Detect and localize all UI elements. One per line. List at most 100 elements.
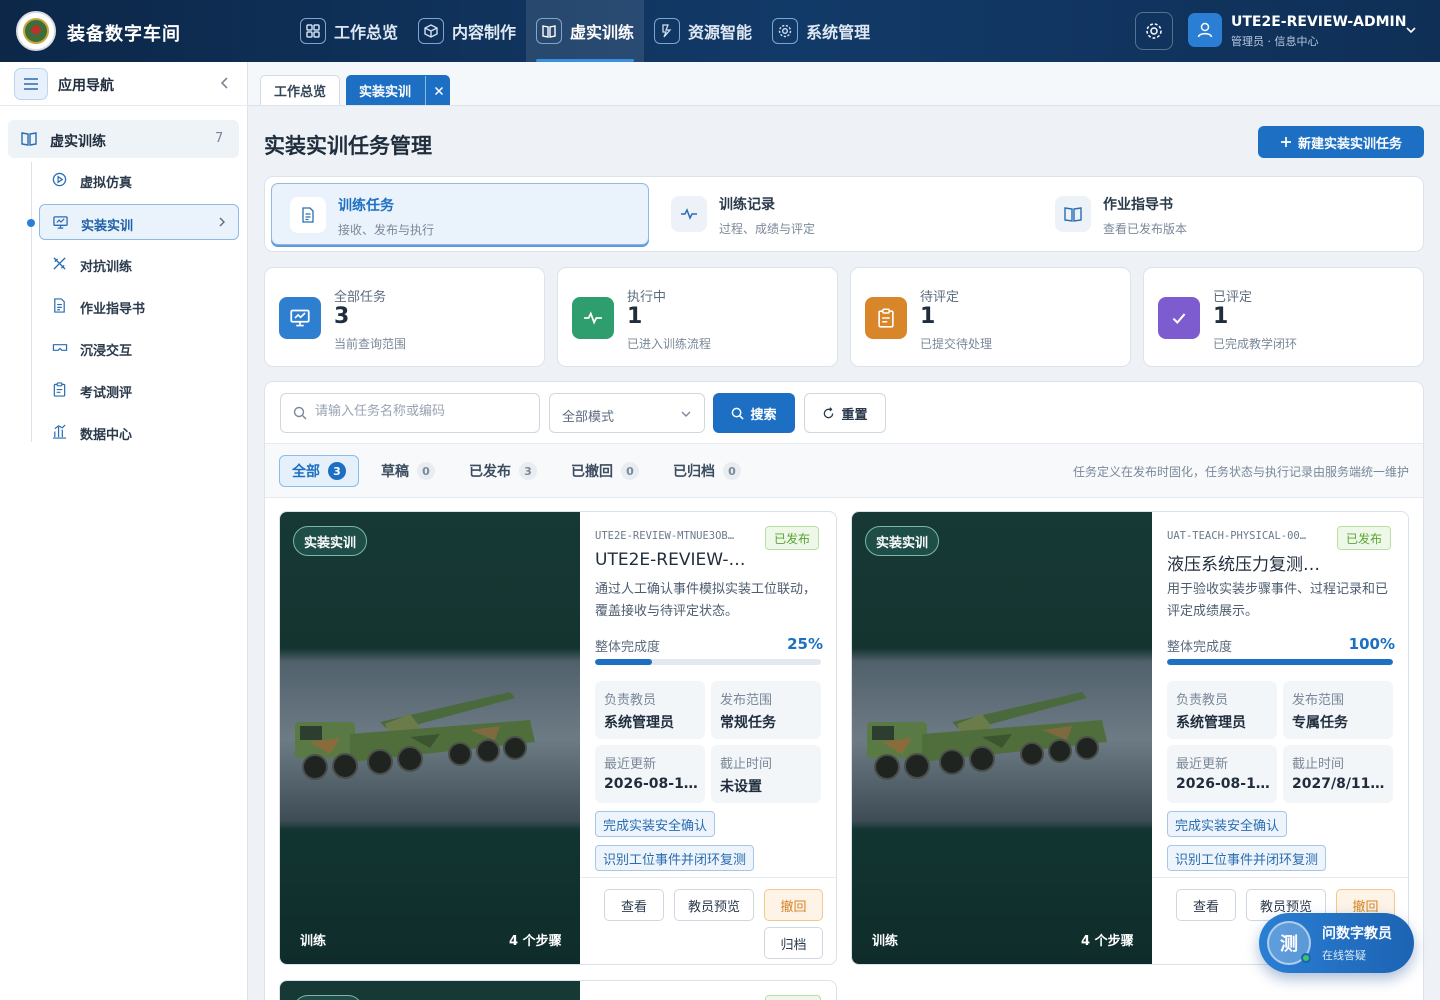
pulse-icon bbox=[671, 196, 707, 232]
top-nav-resources[interactable]: 资源智能 bbox=[644, 0, 762, 62]
sidebar-item-exam[interactable]: 考试测评 bbox=[39, 372, 239, 408]
stat-value: 1 bbox=[627, 304, 643, 329]
stat-value: 1 bbox=[920, 304, 936, 329]
stat-sub: 当前查询范围 bbox=[334, 337, 407, 351]
settings-button[interactable] bbox=[1135, 12, 1173, 50]
field-scope: 发布范围 专属任务 bbox=[1283, 681, 1393, 739]
reset-button[interactable]: 重置 bbox=[804, 393, 886, 433]
card-description: 用于验收实装步骤事件、过程记录和已评定成绩展示。 bbox=[1167, 582, 1389, 619]
archive-button[interactable]: 归档 bbox=[764, 927, 823, 959]
sidebar-item-label: 考试测评 bbox=[80, 386, 133, 401]
task-card[interactable]: 实装实训 训练 4 个步骤 UTE2E-REVIEW-MTNUE3OB… 已发布… bbox=[279, 511, 837, 965]
chevron-left-icon[interactable] bbox=[220, 76, 230, 90]
card-body: UAT-TEACH-PHYSICAL-00… 已发布 液压系统压力复测… 用于验… bbox=[1152, 512, 1408, 964]
top-nav-system[interactable]: 系统管理 bbox=[762, 0, 880, 62]
card-step-count: 4 个步骤 bbox=[1081, 934, 1134, 949]
top-nav-training[interactable]: 虚实训练 bbox=[526, 0, 645, 62]
withdraw-button[interactable]: 撤回 bbox=[764, 889, 823, 921]
field-value: 系统管理员 bbox=[604, 715, 674, 731]
objective-chip: 识别工位事件并闭环复测 bbox=[1167, 845, 1327, 871]
task-cover-image: 实装实训 训练 4 个步骤 bbox=[280, 512, 580, 964]
military-vehicle-image bbox=[867, 692, 1107, 780]
mode-tasks[interactable]: 训练任务 接收、发布与执行 bbox=[271, 183, 649, 245]
page-tabs-bar: 工作总览 实装实训 bbox=[248, 62, 1440, 106]
new-task-button[interactable]: 新建实装实训任务 bbox=[1258, 126, 1424, 158]
mode-subtitle: 过程、成绩与评定 bbox=[719, 222, 816, 236]
tab-close-button[interactable] bbox=[425, 76, 451, 106]
top-nav-label: 虚实训练 bbox=[570, 23, 635, 42]
sidebar-item-physical-training[interactable]: 实装实训 bbox=[39, 204, 239, 240]
sidebar-title: 应用导航 bbox=[58, 78, 114, 94]
sidebar-item-virtual-sim[interactable]: 虚拟仿真 bbox=[39, 162, 239, 198]
filter-tab-withdrawn[interactable]: 已撤回 0 bbox=[559, 455, 651, 487]
filter-tab-published[interactable]: 已发布 3 bbox=[457, 455, 549, 487]
digital-instructor-button[interactable]: 测 问数字教员 在线答疑 bbox=[1259, 913, 1414, 973]
filter-label: 已归档 bbox=[673, 464, 715, 480]
top-nav-overview[interactable]: 工作总览 bbox=[290, 0, 408, 62]
pulse-icon bbox=[572, 297, 614, 339]
sidebar-group-count: 7 bbox=[215, 131, 224, 146]
sidebar-item-guidebook[interactable]: 作业指导书 bbox=[39, 288, 239, 324]
mode-records[interactable]: 训练记录 过程、成绩与评定 bbox=[653, 183, 1033, 245]
tab-overview[interactable]: 工作总览 bbox=[260, 75, 340, 105]
filter-tab-archived[interactable]: 已归档 0 bbox=[661, 455, 753, 487]
top-nav-label: 资源智能 bbox=[688, 23, 753, 42]
filter-tab-all[interactable]: 全部 3 bbox=[279, 455, 359, 487]
filter-label: 已撤回 bbox=[571, 464, 613, 480]
task-card[interactable]: 实装实训 训练 4 个步骤 UAT-TEACH-PHYSICAL-00… 已发布… bbox=[851, 511, 1409, 965]
avatar[interactable] bbox=[1188, 13, 1222, 47]
card-actions: 查看 教员预览 撤回 归档 bbox=[580, 877, 836, 964]
view-button[interactable]: 查看 bbox=[604, 889, 664, 921]
sidebar-item-data-center[interactable]: 数据中心 bbox=[39, 414, 239, 450]
filter-count: 3 bbox=[328, 462, 346, 480]
card-body: UTE2E-REVIEW-MTNUE3OB… 已发布 UTE2E-REVIEW-… bbox=[580, 512, 836, 964]
app-title: 装备数字车间 bbox=[67, 24, 181, 45]
top-nav-content[interactable]: 内容制作 bbox=[408, 0, 526, 62]
close-icon bbox=[434, 86, 443, 96]
sidebar-group-training[interactable]: 虚实训练 7 bbox=[8, 120, 239, 158]
filter-tab-draft[interactable]: 草稿 0 bbox=[369, 455, 447, 487]
field-key: 发布范围 bbox=[1292, 693, 1345, 708]
search-field[interactable] bbox=[280, 393, 540, 433]
online-status-dot bbox=[1301, 953, 1311, 963]
field-key: 截止时间 bbox=[1292, 757, 1345, 772]
search-input[interactable] bbox=[315, 404, 525, 419]
chevron-right-icon bbox=[219, 217, 225, 227]
view-button[interactable]: 查看 bbox=[1176, 889, 1236, 921]
field-scope: 发布范围 常规任务 bbox=[711, 681, 821, 739]
sidebar-item-immersive[interactable]: 沉浸交互 bbox=[39, 330, 239, 366]
status-filter-row: 全部 3 草稿 0 已发布 3 已撤回 0 已归档 0 任务定义在发布时固化，任务状态与执… bbox=[265, 443, 1423, 498]
sidebar-item-adversarial[interactable]: 对抗训练 bbox=[39, 246, 239, 282]
card-code: UAT-TEACH-PHYSICAL-00… bbox=[1167, 530, 1307, 542]
progress-fill bbox=[595, 659, 652, 665]
reset-button-label: 重置 bbox=[841, 407, 868, 423]
stat-card-running: 执行中 1 已进入训练流程 bbox=[557, 267, 838, 367]
stat-label: 执行中 bbox=[627, 290, 667, 305]
field-instructor: 负责教员 系统管理员 bbox=[1167, 681, 1277, 739]
assistant-title: 问数字教员 bbox=[1322, 926, 1392, 942]
document-icon bbox=[290, 197, 326, 233]
user-name[interactable]: UTE2E-REVIEW-ADMIN bbox=[1231, 14, 1407, 30]
mode-select[interactable]: 全部模式 bbox=[549, 393, 705, 433]
check-icon bbox=[1158, 297, 1200, 339]
mode-guidebook[interactable]: 作业指导书 查看已发布版本 bbox=[1037, 183, 1417, 245]
card-title[interactable]: UTE2E-REVIEW-… bbox=[595, 550, 821, 570]
mode-title: 作业指导书 bbox=[1103, 197, 1173, 213]
tab-physical-training[interactable]: 实装实训 bbox=[346, 75, 451, 106]
task-card[interactable] bbox=[279, 980, 837, 1000]
sidebar: 应用导航 虚实训练 7 虚拟仿真 实装实训 对抗训练 作业指导书 沉浸交互 考试… bbox=[0, 62, 248, 1000]
field-value: 2026-08-1… bbox=[1176, 776, 1270, 792]
search-button[interactable]: 搜索 bbox=[713, 393, 795, 433]
app-logo bbox=[16, 11, 56, 51]
card-title[interactable]: 液压系统压力复测… bbox=[1167, 550, 1393, 575]
progress-fill bbox=[1167, 659, 1393, 665]
versus-icon bbox=[53, 257, 66, 270]
menu-toggle-button[interactable] bbox=[14, 68, 48, 100]
book-icon bbox=[536, 18, 563, 44]
user-icon bbox=[1197, 22, 1213, 38]
mode-title: 训练记录 bbox=[719, 197, 775, 213]
chevron-down-icon[interactable] bbox=[1405, 24, 1417, 36]
stat-value: 3 bbox=[334, 304, 350, 329]
clipboard-icon bbox=[53, 382, 66, 397]
instructor-preview-button[interactable]: 教员预览 bbox=[674, 889, 754, 921]
